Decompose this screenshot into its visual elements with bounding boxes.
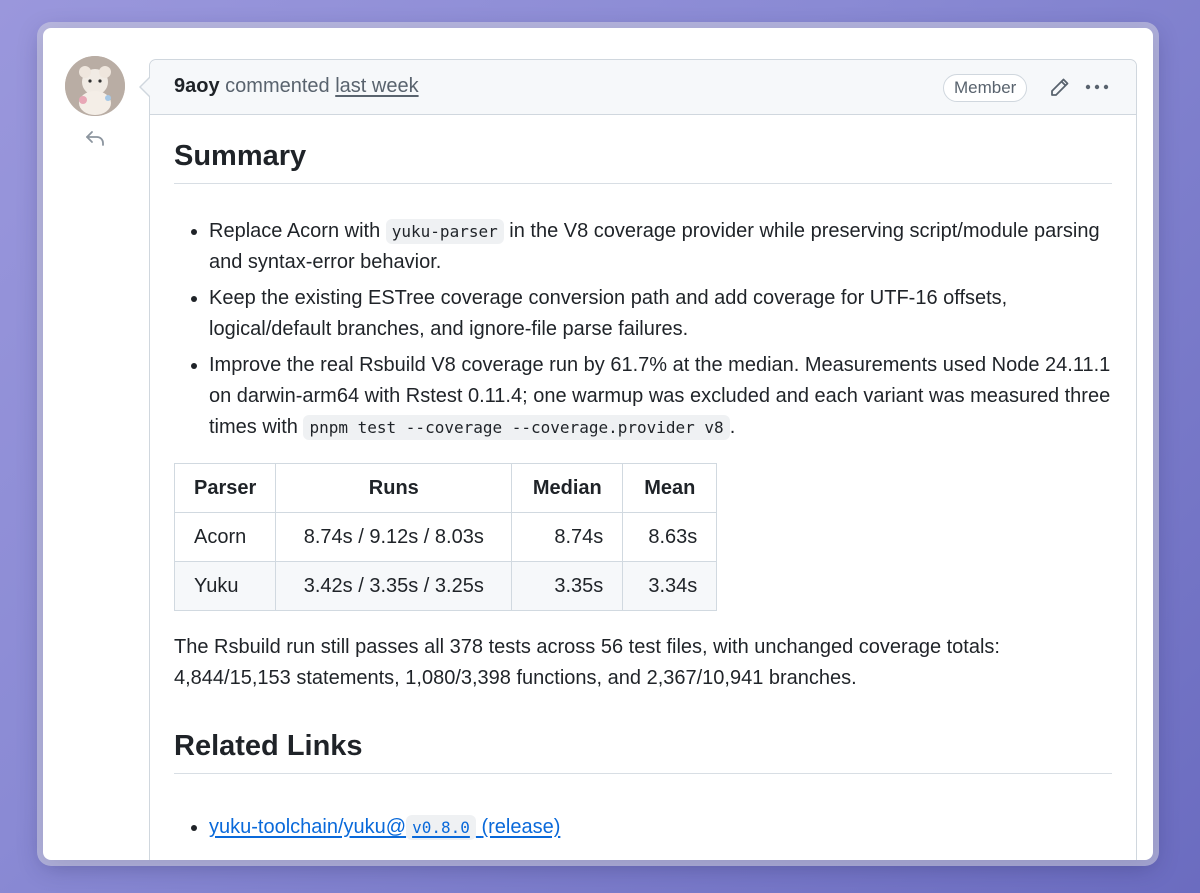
list-item: Keep the existing ESTree coverage conver… xyxy=(209,283,1112,345)
table-cell: 3.42s / 3.35s / 3.25s xyxy=(275,561,513,611)
table-row: Yuku 3.42s / 3.35s / 3.25s 3.35s 3.34s xyxy=(173,561,718,611)
table-row: Acorn 8.74s / 9.12s / 8.03s 8.74s 8.63s xyxy=(173,512,718,562)
results-paragraph: The Rsbuild run still passes all 378 tes… xyxy=(174,636,1000,689)
list-item: yuku-toolchain/yuku@v0.8.0 (release) xyxy=(209,812,1112,843)
app-window: 9aoy commented last week Member Summary … xyxy=(43,28,1153,860)
table-cell: 8.74s xyxy=(511,512,624,562)
table-cell: Acorn xyxy=(173,512,277,562)
related-links-heading: Related Links xyxy=(174,730,1112,774)
inline-code: pnpm test --coverage --coverage.provider… xyxy=(303,415,730,440)
summary-list: Replace Acorn with yuku-parser in the V8… xyxy=(174,216,1112,448)
table-header: Parser xyxy=(173,463,277,513)
release-link[interactable]: yuku-toolchain/yuku@ v0.8.0 (release) xyxy=(209,815,560,840)
list-item: Improve the real Rsbuild V8 coverage run… xyxy=(209,350,1112,443)
table-cell: 3.35s xyxy=(511,561,624,611)
comment-meta: 9aoy commented last week xyxy=(174,75,419,98)
comment-action: commented xyxy=(225,75,330,97)
related-links-list: yuku-toolchain/yuku@v0.8.0 (release) xyxy=(174,812,1112,848)
inline-code: v0.8.0 xyxy=(406,815,476,840)
table-cell: 3.34s xyxy=(622,561,718,611)
member-badge: Member xyxy=(943,74,1028,102)
table-cell: 8.74s / 9.12s / 8.03s xyxy=(275,512,513,562)
table-cell: 8.63s xyxy=(622,512,718,562)
results-table: Parser Runs Median Mean Acorn 8.74s / 9.… xyxy=(173,463,718,611)
inline-code: yuku-parser xyxy=(385,219,504,244)
avatar[interactable] xyxy=(65,56,125,116)
author-link[interactable]: 9aoy xyxy=(174,75,220,97)
comment-box: 9aoy commented last week Member Summary … xyxy=(139,59,1137,860)
table-header: Mean xyxy=(622,463,718,513)
table-cell: Yuku xyxy=(173,561,277,611)
reply-icon[interactable] xyxy=(83,126,107,150)
kebab-horizontal-icon[interactable] xyxy=(1083,75,1111,99)
list-item: Replace Acorn with yuku-parser in the V8… xyxy=(209,216,1112,278)
comment-timestamp[interactable]: last week xyxy=(335,75,418,97)
comment-header: 9aoy commented last week Member xyxy=(141,60,1136,115)
pencil-icon[interactable] xyxy=(1048,75,1072,99)
summary-heading: Summary xyxy=(174,140,1112,184)
table-header: Median xyxy=(511,463,624,513)
table-header: Runs xyxy=(275,463,513,513)
